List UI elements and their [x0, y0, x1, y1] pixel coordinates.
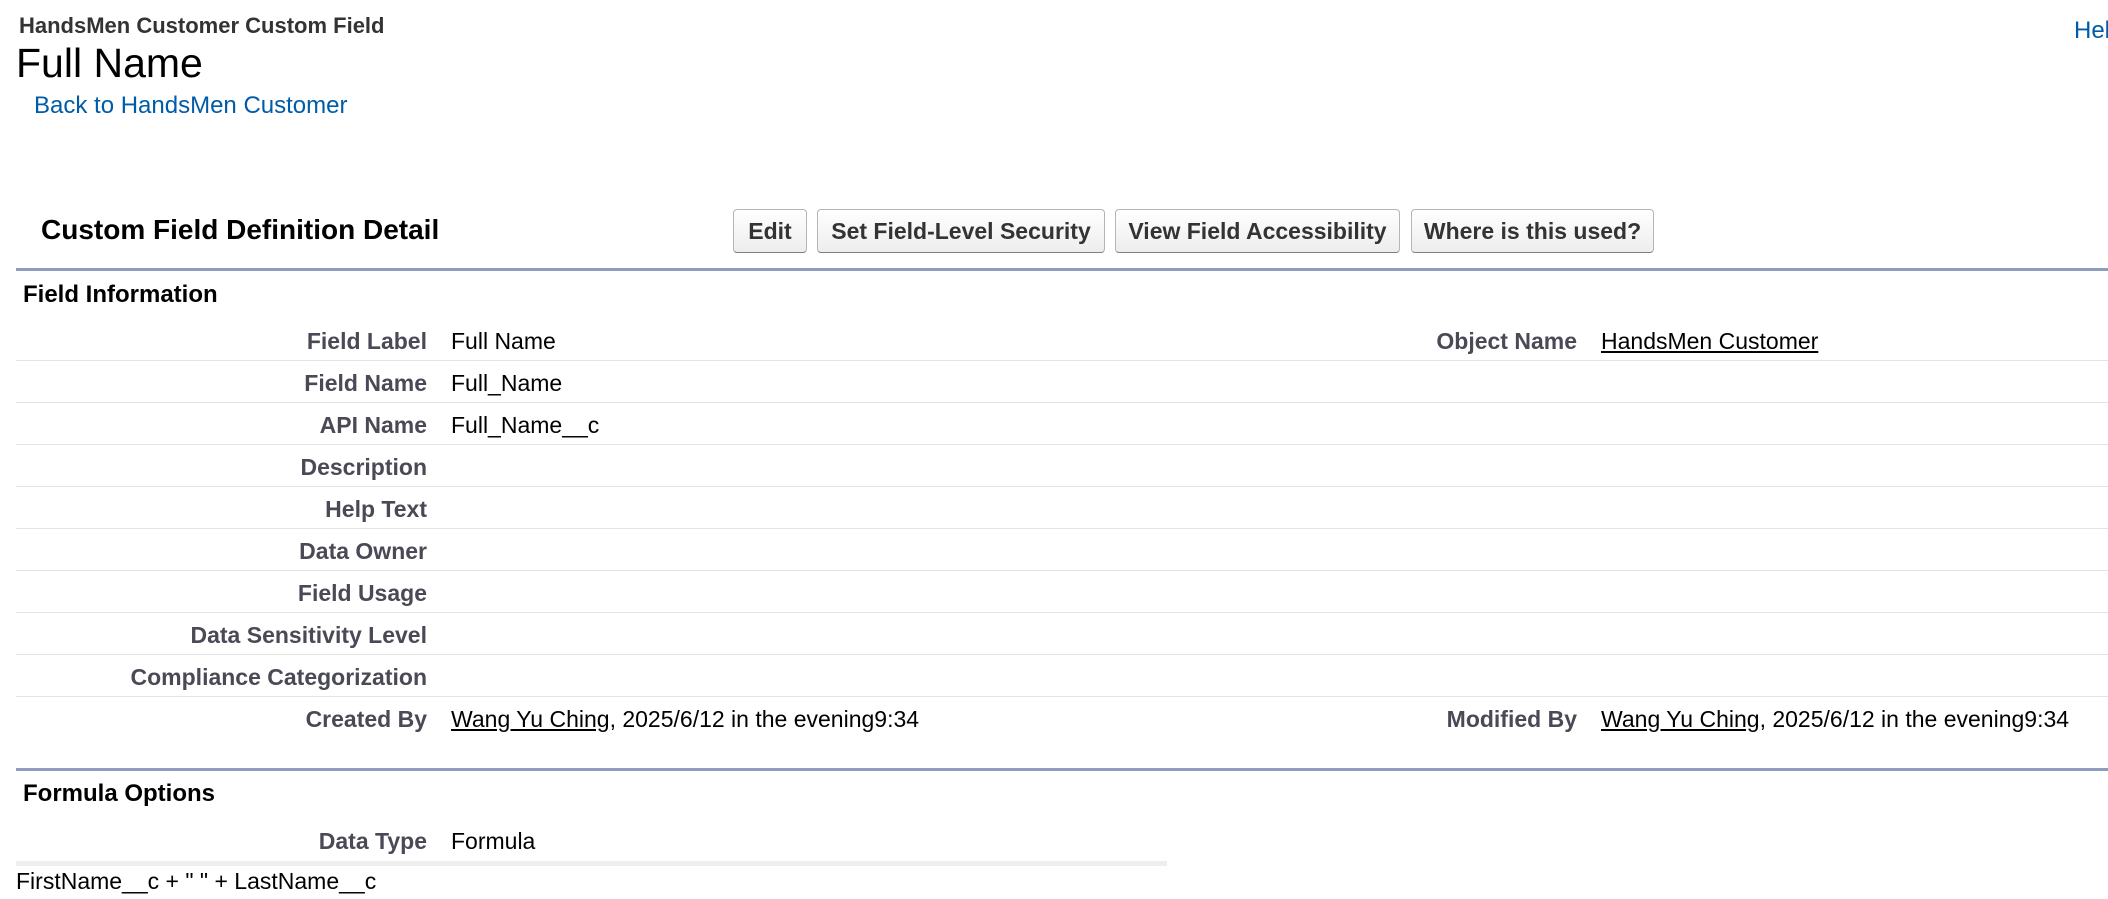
field-usage-label: Field Usage	[297, 580, 427, 606]
field-row-data-type: Data Type Formula	[16, 819, 2108, 861]
page-title: Full Name	[16, 40, 203, 86]
description-label: Description	[300, 454, 427, 480]
back-to-object-link[interactable]: Back to HandsMen Customer	[34, 92, 347, 120]
field-row-data-sensitivity: Data Sensitivity Level	[16, 613, 2108, 655]
field-row-field-usage: Field Usage	[16, 571, 2108, 613]
data-owner-label: Data Owner	[299, 538, 427, 564]
section-title-field-information: Field Information	[23, 281, 218, 308]
section-title-formula-options: Formula Options	[23, 780, 215, 807]
field-name-value: Full_Name	[451, 370, 563, 396]
data-sensitivity-label: Data Sensitivity Level	[190, 622, 428, 648]
where-is-this-used-button[interactable]: Where is this used?	[1411, 209, 1654, 253]
field-label-value: Full Name	[451, 328, 556, 354]
modified-by-value: Wang Yu Ching, 2025/6/12 in the evening9…	[1601, 706, 2069, 733]
edit-button[interactable]: Edit	[733, 209, 807, 253]
field-row-api-name: API Name Full_Name__c	[16, 403, 2108, 445]
field-label-label: Field Label	[306, 328, 427, 354]
field-row-field-name: Field Name Full_Name	[16, 361, 2108, 403]
object-name-label: Object Name	[1436, 328, 1577, 354]
section-divider	[16, 768, 2108, 771]
view-field-accessibility-button[interactable]: View Field Accessibility	[1115, 209, 1400, 253]
created-by-value: Wang Yu Ching, 2025/6/12 in the evening9…	[451, 706, 919, 733]
compliance-label: Compliance Categorization	[130, 664, 427, 690]
field-row-compliance: Compliance Categorization	[16, 655, 2108, 697]
data-type-value: Formula	[451, 828, 536, 854]
help-text-label: Help Text	[325, 496, 427, 522]
detail-block-title: Custom Field Definition Detail	[41, 214, 440, 245]
block-divider	[16, 268, 2108, 271]
api-name-value: Full_Name__c	[451, 412, 600, 438]
api-name-label: API Name	[319, 412, 427, 438]
modified-by-label: Modified By	[1446, 706, 1577, 732]
modified-by-date: , 2025/6/12 in the evening9:34	[1759, 706, 2070, 732]
created-by-user-link[interactable]: Wang Yu Ching	[451, 706, 610, 732]
field-row-description: Description	[16, 445, 2108, 487]
formula-text: FirstName__c + " " + LastName__c	[16, 868, 377, 894]
field-row-field-label: Field Label Full Name Object Name HandsM…	[16, 319, 2108, 361]
field-name-label: Field Name	[304, 370, 427, 396]
field-row-data-owner: Data Owner	[16, 529, 2108, 571]
object-type-label: HandsMen Customer Custom Field	[19, 13, 385, 38]
object-name-link[interactable]: HandsMen Customer	[1601, 328, 1818, 355]
page-header: HandsMen Customer Custom Field Full Name…	[0, 0, 2108, 140]
created-by-label: Created By	[305, 706, 427, 732]
modified-by-user-link[interactable]: Wang Yu Ching	[1601, 706, 1760, 732]
help-link[interactable]: Hel	[2074, 17, 2108, 45]
set-field-level-security-button[interactable]: Set Field-Level Security	[817, 209, 1105, 253]
formula-divider	[16, 861, 1167, 866]
field-row-created-modified: Created By Wang Yu Ching, 2025/6/12 in t…	[16, 697, 2108, 739]
data-type-label: Data Type	[318, 828, 427, 854]
created-by-date: , 2025/6/12 in the evening9:34	[609, 706, 920, 732]
field-row-help-text: Help Text	[16, 487, 2108, 529]
